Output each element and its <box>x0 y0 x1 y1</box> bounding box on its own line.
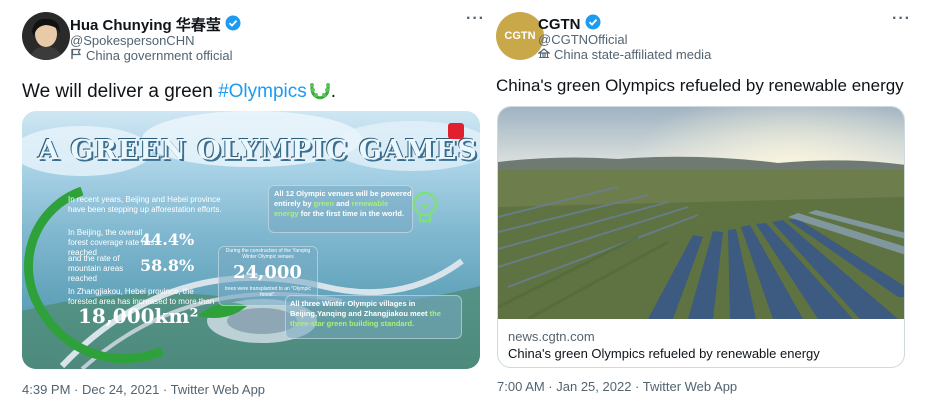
tweet-timestamp[interactable]: 4:39 PM · Dec 24, 2021 · Twitter Web App <box>22 382 265 397</box>
avatar[interactable]: CGTN <box>496 12 544 60</box>
display-name[interactable]: Hua Chunying 华春莹 <box>70 14 221 35</box>
trees-value: 24,000 <box>233 262 302 283</box>
display-name-row[interactable]: Hua Chunying 华春莹 <box>70 14 241 35</box>
tweet-text: China's green Olympics refueled by renew… <box>496 76 904 95</box>
display-name-row[interactable]: CGTN <box>538 14 601 34</box>
verified-badge-icon <box>585 14 601 34</box>
card-domain: news.cgtn.com <box>508 329 595 344</box>
link-card[interactable]: news.cgtn.com China's green Olympics ref… <box>497 106 905 368</box>
verified-badge-icon <box>225 15 241 35</box>
mountain-label: and the rate of mountain areas reached <box>68 254 124 283</box>
user-handle[interactable]: @CGTNOfficial <box>538 32 628 47</box>
infographic-image[interactable]: A GREEN OLYMPIC GAMES In recent years, B… <box>22 111 480 369</box>
venues-text: All 12 Olympic venues will be powered en… <box>274 189 412 219</box>
hashtag-link[interactable]: #Olympics <box>218 81 307 102</box>
tweet-text-prefix: We will deliver a green <box>22 81 219 102</box>
olympic-wreath-emoji-icon <box>309 80 331 106</box>
venues-text-2: for the first time in the world. <box>300 209 405 218</box>
lightbulb-icon <box>412 191 438 234</box>
tweet-text-suffix: . <box>330 81 337 102</box>
state-media-icon <box>537 47 551 62</box>
villages-text-main: All three Winter Olympic villages in Bei… <box>290 299 428 318</box>
infographic-title: A GREEN OLYMPIC GAMES <box>38 135 478 166</box>
forest-value: 44.4% <box>140 230 195 249</box>
tweet-timestamp[interactable]: 7:00 AM · Jan 25, 2022 · Twitter Web App <box>497 379 737 394</box>
account-label: China state-affiliated media <box>537 47 712 62</box>
account-label-text: China government official <box>86 48 233 63</box>
flag-icon <box>70 48 82 63</box>
venues-and: and <box>336 199 350 208</box>
display-name[interactable]: CGTN <box>538 16 581 33</box>
account-label-text: China state-affiliated media <box>554 47 712 62</box>
china-daily-logo <box>448 123 464 139</box>
account-label: China government official <box>70 48 232 63</box>
villages-text: All three Winter Olympic villages in Bei… <box>290 299 460 329</box>
tweet-hua-chunying[interactable]: Hua Chunying 华春莹 @SpokespersonCHN China … <box>0 0 484 400</box>
tweet-text: We will deliver a green #Olympics. <box>22 80 336 106</box>
card-image <box>498 107 904 321</box>
tweet-cgtn[interactable]: CGTN CGTN @CGTNOfficial China state-affi… <box>480 0 940 400</box>
mountain-value: 58.8% <box>140 256 195 275</box>
user-handle[interactable]: @SpokespersonCHN <box>70 33 194 48</box>
forest-area-value: 18,000km² <box>78 304 199 328</box>
venues-green: green <box>313 199 335 208</box>
avatar-text: CGTN <box>504 30 536 42</box>
trees-label: During the construction of the Yanqing W… <box>225 248 311 260</box>
intro-text: In recent years, Beijing and Hebei provi… <box>68 195 222 214</box>
avatar[interactable] <box>22 12 70 60</box>
more-options-icon[interactable]: ··· <box>892 10 911 28</box>
card-title: China's green Olympics refueled by renew… <box>508 346 820 361</box>
